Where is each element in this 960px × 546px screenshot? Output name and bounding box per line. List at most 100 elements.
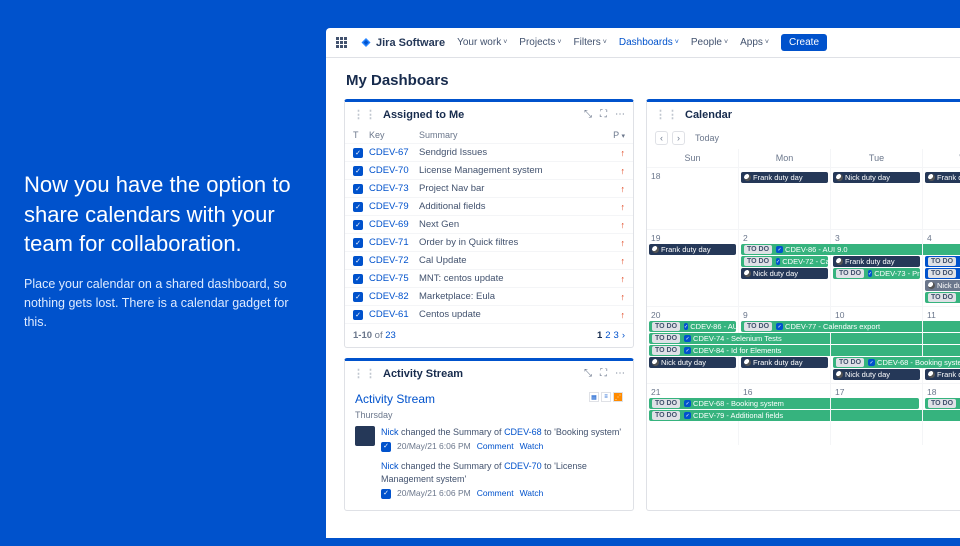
issue-key[interactable]: CDEV-75 <box>369 273 419 284</box>
calendar-event[interactable]: TO DO✓CDEV- <box>925 398 960 409</box>
calendar-event[interactable]: Nick duty day <box>833 172 920 183</box>
cal-cell[interactable]: 20TO DO✓CDEV-86 - AUI 9.0TO DO✓CDEV-74 -… <box>647 307 739 383</box>
nav-people[interactable]: People ˅ <box>691 37 728 48</box>
watch-link[interactable]: Watch <box>520 441 544 453</box>
cal-cell[interactable]: Nick duty day <box>831 168 923 229</box>
issue-link[interactable]: CDEV-68 <box>504 427 542 437</box>
nav-filters[interactable]: Filters ˅ <box>574 37 607 48</box>
cal-cell[interactable]: 11Frank dut <box>923 307 960 383</box>
jira-logo[interactable]: Jira Software <box>360 37 445 49</box>
issue-row[interactable]: ✓CDEV-69Next Gen↑ <box>345 216 633 234</box>
cal-cell[interactable]: 4TO DO✓CDEV-License Manage systemTO DO✓C… <box>923 230 960 306</box>
issue-key[interactable]: CDEV-61 <box>369 309 419 320</box>
cal-prev-button[interactable]: ‹ <box>655 131 668 145</box>
watch-link[interactable]: Watch <box>520 488 544 500</box>
calendar-event[interactable]: TO DO✓CDEV-86 - AUI 9.0 <box>649 321 736 332</box>
issue-row[interactable]: ✓CDEV-70License Management system↑ <box>345 162 633 180</box>
list-icon[interactable]: ≡ <box>601 392 611 402</box>
create-button[interactable]: Create <box>781 34 827 51</box>
minimize-icon[interactable]: ⤡ <box>584 368 592 379</box>
cal-cell[interactable]: 18 <box>647 168 739 229</box>
issue-key[interactable]: CDEV-73 <box>369 183 419 194</box>
cal-cell[interactable]: 21TO DO✓CDEV-68 - Booking systemTO DO✓CD… <box>647 384 739 445</box>
issue-row[interactable]: ✓CDEV-79Additional fields↑ <box>345 198 633 216</box>
cal-cell[interactable]: 19Frank duty day <box>647 230 739 306</box>
cal-today-button[interactable]: Today <box>689 132 725 144</box>
calendar-event[interactable]: Frank dut <box>925 369 960 380</box>
issue-row[interactable]: ✓CDEV-67Sendgrid Issues↑ <box>345 144 633 162</box>
drag-handle-icon[interactable]: ⋮⋮ <box>353 367 377 380</box>
cal-cell[interactable]: Frank duty day <box>739 168 831 229</box>
cal-cell[interactable]: 17 <box>831 384 923 445</box>
cal-cell[interactable]: 9TO DO✓CDEV-77 - Calendars exportFrank d… <box>739 307 831 383</box>
cal-week: 20TO DO✓CDEV-86 - AUI 9.0TO DO✓CDEV-74 -… <box>647 306 960 383</box>
priority-icon: ↑ <box>605 238 625 248</box>
issue-link[interactable]: CDEV-70 <box>504 461 542 471</box>
calendar-event[interactable]: TO DO✓CDEV-72 - Cal Update <box>741 256 828 267</box>
calendar-event[interactable]: Frank duty day <box>649 244 736 255</box>
cal-cell[interactable]: 18TO DO✓CDEV- <box>923 384 960 445</box>
calendar-event[interactable]: Frank duty day <box>741 357 828 368</box>
moon-icon <box>836 258 843 265</box>
cal-cell[interactable]: 10TO DO✓CDEV-68 - Booking systemNick dut… <box>831 307 923 383</box>
moon-icon <box>652 359 659 366</box>
issue-key[interactable]: CDEV-69 <box>369 219 419 230</box>
calendar-event[interactable]: Nick dut <box>925 280 960 291</box>
issue-key[interactable]: CDEV-79 <box>369 201 419 212</box>
more-icon[interactable]: ⋯ <box>615 368 625 379</box>
cal-cell[interactable]: 3Frank duty dayTO DO✓CDEV-73 - Project N… <box>831 230 923 306</box>
cal-cell[interactable]: Frank dut <box>923 168 960 229</box>
calendar-event[interactable]: TO DO✓CDEV-73 - Project Nav bar <box>833 268 920 279</box>
page-3[interactable]: 3 <box>614 330 619 341</box>
more-icon[interactable]: ⋯ <box>615 109 625 120</box>
comment-link[interactable]: Comment <box>477 441 514 453</box>
nav-projects[interactable]: Projects ˅ <box>519 37 561 48</box>
maximize-icon[interactable]: ⛶ <box>600 368 607 379</box>
page-1[interactable]: 1 <box>597 330 602 341</box>
view-icon[interactable]: ▦ <box>589 392 599 402</box>
cal-cell[interactable]: 16 <box>739 384 831 445</box>
comment-link[interactable]: Comment <box>477 488 514 500</box>
calendar-event[interactable]: Nick duty day <box>833 369 920 380</box>
issue-row[interactable]: ✓CDEV-73Project Nav bar↑ <box>345 180 633 198</box>
calendar-event[interactable]: Frank duty day <box>741 172 828 183</box>
maximize-icon[interactable]: ⛶ <box>600 109 607 120</box>
user-link[interactable]: Nick <box>381 427 399 437</box>
nav-apps[interactable]: Apps ˅ <box>740 37 769 48</box>
page-2[interactable]: 2 <box>605 330 610 341</box>
calendar-event[interactable]: Frank duty day <box>833 256 920 267</box>
page-next[interactable]: › <box>622 330 625 341</box>
minimize-icon[interactable]: ⤡ <box>584 109 592 120</box>
cal-next-button[interactable]: › <box>672 131 685 145</box>
calendar-event[interactable]: Nick duty day <box>741 268 828 279</box>
user-link[interactable]: Nick <box>381 461 399 471</box>
issue-row[interactable]: ✓CDEV-75MNT: centos update↑ <box>345 270 633 288</box>
cal-week: 21TO DO✓CDEV-68 - Booking systemTO DO✓CD… <box>647 383 960 445</box>
calendar-event[interactable]: TO DO✓CDEV-MNT: centos up <box>925 268 960 279</box>
issue-row[interactable]: ✓CDEV-61Centos update↑ <box>345 306 633 324</box>
drag-handle-icon[interactable]: ⋮⋮ <box>353 108 377 121</box>
calendar-event[interactable]: Nick duty day <box>649 357 736 368</box>
issue-row[interactable]: ✓CDEV-72Cal Update↑ <box>345 252 633 270</box>
issue-key[interactable]: CDEV-71 <box>369 237 419 248</box>
stream-item: Nick changed the Summary of CDEV-70 to '… <box>355 456 623 503</box>
calendar-event[interactable]: Frank dut <box>925 172 960 183</box>
issue-key[interactable]: CDEV-72 <box>369 255 419 266</box>
nav-dashboards[interactable]: Dashboards ˅ <box>619 37 679 48</box>
app-switcher-icon[interactable] <box>336 37 348 49</box>
issue-key[interactable]: CDEV-67 <box>369 147 419 158</box>
calendar-event[interactable]: TO DO✓CDEV-License Manage system <box>925 256 960 267</box>
issue-row[interactable]: ✓CDEV-82Marketplace: Eula↑ <box>345 288 633 306</box>
rss-icon[interactable]: ⋰ <box>613 392 623 402</box>
calendar-event[interactable]: TO DO✓CDEV-Order by in Quic <box>925 292 960 303</box>
issue-key[interactable]: CDEV-70 <box>369 165 419 176</box>
issue-type-icon: ✓ <box>353 310 363 320</box>
issue-type-icon: ✓ <box>353 274 363 284</box>
issue-type-icon: ✓ <box>868 359 875 366</box>
issue-row[interactable]: ✓CDEV-71Order by in Quick filtres↑ <box>345 234 633 252</box>
nav-your-work[interactable]: Your work ˅ <box>457 37 507 48</box>
drag-handle-icon[interactable]: ⋮⋮ <box>655 108 679 121</box>
cal-cell[interactable]: 2TO DO✓CDEV-86 - AUI 9.0TO DO✓CDEV-72 - … <box>739 230 831 306</box>
moon-icon <box>836 174 843 181</box>
issue-key[interactable]: CDEV-82 <box>369 291 419 302</box>
